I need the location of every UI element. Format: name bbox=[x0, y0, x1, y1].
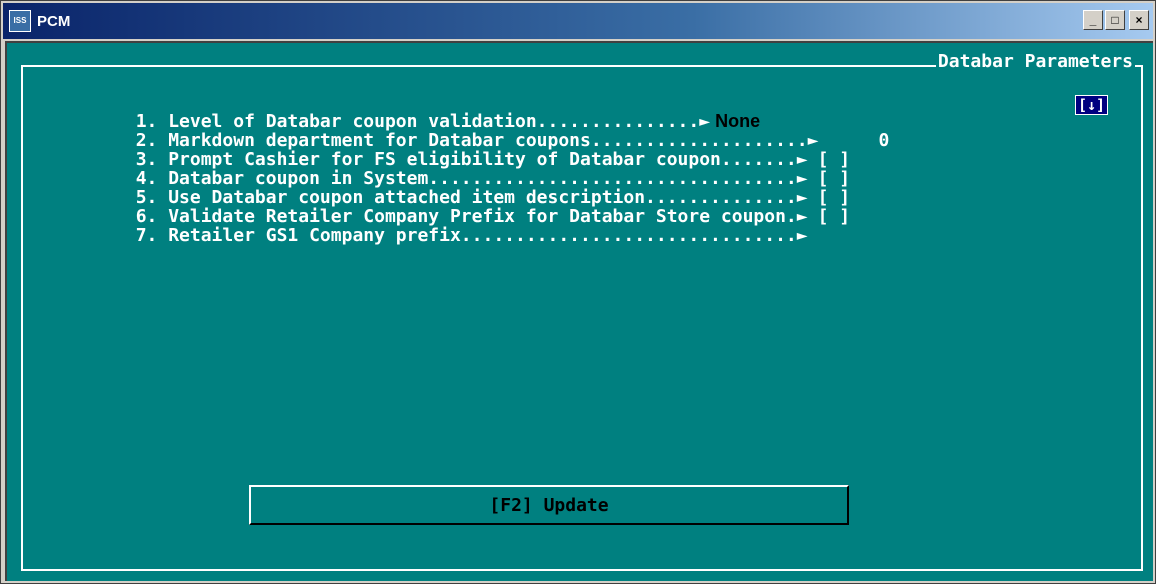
parameter-row-6[interactable]: 6. Validate Retailer Company Prefix for … bbox=[49, 188, 889, 226]
update-button[interactable]: [F2] Update bbox=[249, 485, 849, 525]
pcm-window: ISS PCM _ □ × Databar Parameters 1. Leve… bbox=[0, 0, 1156, 584]
pointer-arrow-icon: ► bbox=[796, 225, 808, 246]
parameter-row-3[interactable]: 3. Prompt Cashier for FS eligibility of … bbox=[49, 131, 889, 169]
panel-title: Databar Parameters bbox=[935, 51, 1135, 72]
minimize-button[interactable]: _ bbox=[1083, 10, 1103, 30]
parameter-row-2[interactable]: 2. Markdown department for Databar coupo… bbox=[49, 112, 890, 150]
parameter-list: 1. Level of Databar coupon validation...… bbox=[49, 93, 890, 246]
window-controls: _ □ × bbox=[1083, 10, 1149, 30]
console-area: Databar Parameters 1. Level of Databar c… bbox=[5, 41, 1153, 581]
app-icon: ISS bbox=[9, 10, 31, 32]
maximize-button[interactable]: □ bbox=[1105, 10, 1125, 30]
parameter-label: 7. Retailer GS1 Company prefix..........… bbox=[135, 225, 797, 246]
parameter-row-4[interactable]: 4. Databar coupon in System.............… bbox=[49, 150, 889, 188]
title-bar[interactable]: ISS PCM _ □ × bbox=[3, 3, 1153, 39]
parameter-row-1[interactable]: 1. Level of Databar coupon validation...… bbox=[49, 93, 889, 132]
parameter-row-5[interactable]: 5. Use Databar coupon attached item desc… bbox=[49, 169, 889, 207]
close-button[interactable]: × bbox=[1129, 10, 1149, 30]
window-title: PCM bbox=[37, 12, 71, 30]
dropdown-arrow-button[interactable]: [↓] bbox=[1075, 95, 1109, 115]
parameter-row-7[interactable]: 7. Retailer GS1 Company prefix..........… bbox=[49, 207, 889, 245]
